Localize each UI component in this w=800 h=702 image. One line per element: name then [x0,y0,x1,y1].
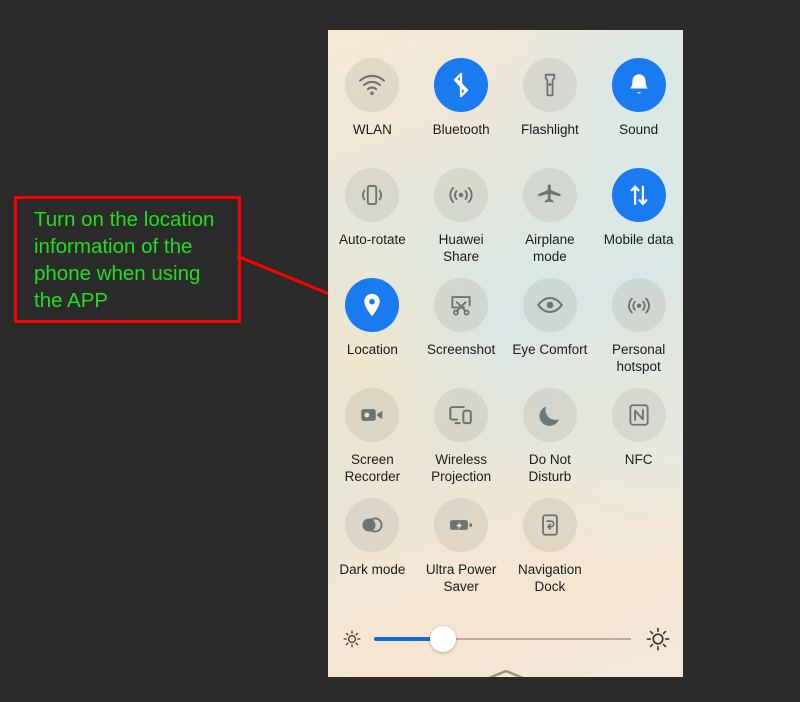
moon-icon [539,406,560,426]
cast-screen-icon-container[interactable] [434,388,489,442]
moon-icon-container[interactable] [522,388,577,442]
battery-bolt-icon [450,520,473,530]
bluetooth-icon-container[interactable] [434,58,489,112]
airplane-icon [538,184,561,203]
toggle-wlan[interactable]: WLAN [328,58,417,168]
mobile-data-icon-container[interactable] [611,168,666,222]
control-panel: WLAN Bluetooth Flashlight Sound Auto-rot… [328,30,683,677]
toggle-screenshot[interactable]: Screenshot [417,278,506,388]
toggle-ultra-power-saver[interactable]: Ultra Power Saver [417,498,506,608]
hotspot-icon-container[interactable] [611,278,666,332]
nfc-icon [629,404,649,426]
dark-mode-circles-icon-container[interactable] [345,498,400,552]
auto-rotate-icon-container[interactable] [345,168,400,222]
flashlight-icon [544,73,556,97]
airplane-icon-container[interactable] [522,168,577,222]
toggle-location[interactable]: Location [328,278,417,388]
chevron-up-icon [487,669,524,677]
toggle-sound[interactable]: Sound [594,58,683,168]
brightness-high-icon [646,627,670,651]
toggle-dark-mode[interactable]: Dark mode [328,498,417,608]
bluetooth-icon [453,72,469,98]
mobile-data-icon [630,185,648,206]
toggle-bluetooth[interactable]: Bluetooth [417,58,506,168]
annotation-callout-box: Turn on the location information of the … [14,196,241,323]
navigation-dock-icon-container[interactable] [522,498,577,552]
toggle-label: Dark mode [339,562,406,577]
toggle-mobile-data[interactable]: Mobile data [594,168,683,278]
wifi-icon [359,74,386,95]
eye-icon-container[interactable] [522,278,577,332]
brightness-high-icon-container [641,626,675,652]
toggle-personal-hotspot[interactable]: Personal hotspot [594,278,683,388]
annotation-text: Turn on the location information of the … [34,208,215,312]
toggle-label: Wireless Projection [431,452,492,484]
dark-mode-circles-icon [362,517,383,533]
brightness-low-icon-container [338,629,366,649]
toggle-nfc[interactable]: NFC [594,388,683,498]
toggle-label: Location [346,342,398,357]
bell-icon-container[interactable] [611,58,666,112]
battery-bolt-icon-container[interactable] [434,498,489,552]
location-pin-icon [364,293,381,317]
eye-icon [536,296,563,314]
video-camera-icon-container[interactable] [345,388,400,442]
toggle-auto-rotate[interactable]: Auto-rotate [328,168,417,278]
toggle-wireless-projection[interactable]: Wireless Projection [417,388,506,498]
toggle-label: Screen Recorder [344,452,401,484]
location-pin-icon-container[interactable] [345,278,400,332]
toggle-label: Flashlight [520,122,579,137]
toggle-screen-recorder[interactable]: Screen Recorder [328,388,417,498]
panel-drag-handle[interactable] [328,668,683,677]
toggle-airplane-mode[interactable]: Airplane mode [506,168,595,278]
auto-rotate-icon [362,184,383,206]
cast-screen-icon [449,406,472,425]
bell-icon [629,74,648,94]
hotspot-icon [627,297,650,314]
slider-knob[interactable] [430,626,457,652]
quick-toggle-grid: WLAN Bluetooth Flashlight Sound Auto-rot… [328,30,683,608]
toggle-label: Mobile data [603,232,674,247]
toggle-label: Ultra Power Saver [425,562,497,594]
toggle-label: NFC [624,452,653,467]
screenshot-scissors-icon [451,296,471,316]
toggle-label: Eye Comfort [512,342,588,357]
toggle-label: Do Not Disturb [528,452,572,484]
toggle-flashlight[interactable]: Flashlight [506,58,595,168]
toggle-label: Navigation Dock [517,562,582,594]
brightness-control[interactable] [328,613,683,665]
toggle-label: Huawei Share [438,232,484,264]
toggle-label: Sound [619,122,659,137]
nfc-icon-container[interactable] [611,388,666,442]
navigation-dock-icon [542,514,558,536]
video-camera-icon [361,409,383,421]
toggle-label: Screenshot [426,342,496,357]
huawei-share-icon-container[interactable] [434,168,489,222]
toggle-do-not-disturb[interactable]: Do Not Disturb [506,388,595,498]
screenshot-scissors-icon-container[interactable] [434,278,489,332]
wifi-icon-container[interactable] [345,58,400,112]
toggle-label: WLAN [352,122,392,137]
toggle-navigation-dock[interactable]: Navigation Dock [506,498,595,608]
toggle-label: Personal hotspot [611,342,666,374]
brightness-low-icon [343,630,361,648]
toggle-eye-comfort[interactable]: Eye Comfort [506,278,595,388]
flashlight-icon-container[interactable] [522,58,577,112]
toggle-huawei-share[interactable]: Huawei Share [417,168,506,278]
toggle-label: Bluetooth [432,122,490,137]
huawei-share-icon [449,186,473,204]
toggle-label: Auto-rotate [338,232,406,247]
toggle-label: Airplane mode [525,232,575,264]
brightness-slider[interactable] [374,626,631,652]
